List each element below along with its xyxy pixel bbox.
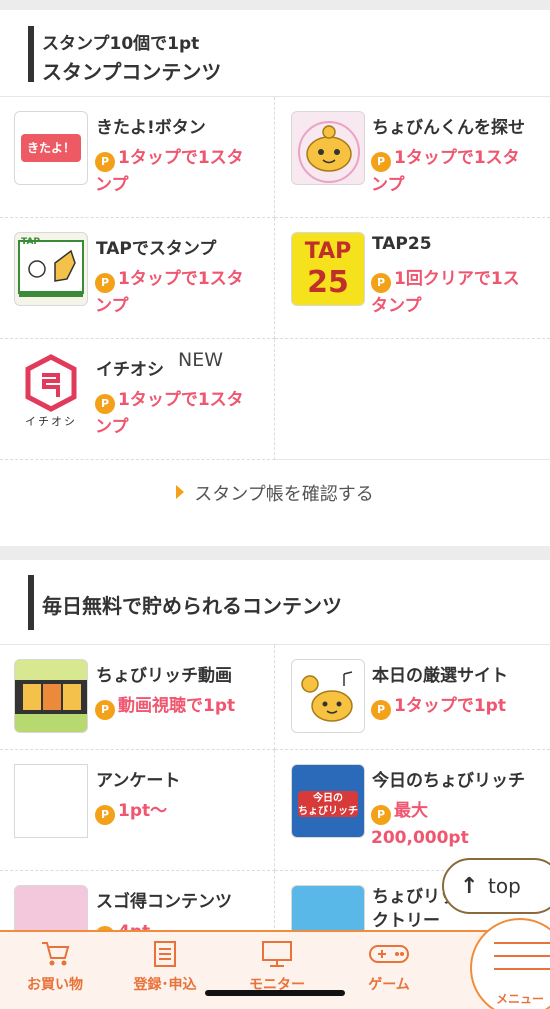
heading-bar [28, 26, 34, 82]
form-icon [154, 941, 176, 967]
item-title: ちょびんくんを探せ [372, 118, 525, 138]
list-item-survey[interactable]: アンケート P 1pt〜 [0, 750, 275, 871]
back-to-top-button[interactable]: ↑ top [442, 858, 550, 914]
list-item-selected-site[interactable]: 本日の厳選サイト P 1タップで1pt [275, 645, 550, 750]
item-title: きたよ!ボタン [96, 118, 206, 138]
bottom-nav: お買い物 登録･申込 モニター ゲーム [0, 930, 550, 1009]
tap-stamp-thumbnail: TAP [14, 232, 88, 306]
nav-register[interactable]: 登録･申込 [110, 940, 220, 994]
point-coin-icon: P [95, 273, 115, 293]
nav-monitor[interactable]: モニター [222, 940, 332, 994]
monitor-icon [262, 941, 292, 967]
item-points: P 1タップで1スタンプ [95, 269, 244, 316]
hamburger-icon [494, 942, 550, 981]
cart-icon [42, 942, 70, 966]
survey-thumbnail [14, 764, 88, 838]
item-title: スゴ得コンテンツ [96, 892, 232, 912]
nav-shopping[interactable]: お買い物 [0, 940, 110, 994]
list-item-tap-stamp[interactable]: TAP TAPでスタンプ P 1タップで1スタンプ [0, 218, 275, 339]
stamp-contents-section: スタンプ10個で1pt スタンプコンテンツ きたよ！ きたよ!ボタン P 1タップ… [0, 10, 550, 546]
item-title: イチオシ [96, 360, 164, 380]
ichioshi-thumbnail: イチオシ [14, 353, 88, 427]
section-subtitle: スタンプ10個で1pt [42, 34, 200, 54]
gamepad-icon [369, 945, 409, 963]
item-title: TAPでスタンプ [96, 239, 217, 259]
item-points: P 動画視聴で1pt [95, 693, 260, 720]
item-points: P 1回クリアで1スタンプ [371, 269, 520, 316]
item-title: ちょびリッチ動画 [96, 666, 232, 686]
point-coin-icon: P [371, 273, 391, 293]
point-coin-icon: P [371, 152, 391, 172]
point-coin-icon: P [95, 394, 115, 414]
item-title: 本日の厳選サイト [372, 666, 508, 686]
list-item-todays-chobirich[interactable]: 今日の ちょびリッチ 今日のちょびリッチ P 最大 200,000pt [275, 750, 550, 871]
list-item-kitayo[interactable]: きたよ！ きたよ!ボタン P 1タップで1スタンプ [0, 97, 275, 218]
item-title: アンケート [96, 771, 181, 791]
item-points: P 1タップで1スタンプ [95, 390, 244, 437]
tap25-thumbnail: TAP 25 [291, 232, 365, 306]
todays-chobirich-thumbnail: 今日の ちょびリッチ [291, 764, 365, 838]
list-item-chobin-search[interactable]: ちょびんくんを探せ P 1タップで1スタンプ [275, 97, 550, 218]
selected-site-thumbnail [291, 659, 365, 733]
list-item-tap25[interactable]: TAP 25 TAP25 P 1回クリアで1スタンプ [275, 218, 550, 339]
section-title: スタンプコンテンツ [42, 60, 222, 84]
list-item-ichioshi[interactable]: イチオシ イチオシ NEW P 1タップで1スタンプ [0, 339, 275, 460]
section-header: スタンプ10個で1pt スタンプコンテンツ [0, 10, 550, 97]
item-points: P 1タップで1スタンプ [95, 148, 244, 195]
home-indicator [205, 990, 345, 996]
list-item-video[interactable]: ちょびリッチ動画 P 動画視聴で1pt [0, 645, 275, 750]
heading-bar [28, 575, 34, 630]
triangle-right-icon [176, 485, 185, 499]
item-title: TAP25 [372, 234, 432, 254]
arrow-up-icon: ↑ [460, 874, 479, 899]
item-points: P 1タップで1pt [371, 693, 536, 720]
video-thumbnail [14, 659, 88, 733]
item-points: P 最大 200,000pt [371, 801, 469, 848]
point-coin-icon: P [95, 805, 115, 825]
item-title: 今日のちょびリッチ [372, 771, 525, 791]
point-coin-icon: P [371, 700, 391, 720]
point-coin-icon: P [95, 700, 115, 720]
nav-game[interactable]: ゲーム [334, 940, 444, 994]
stamp-book-link[interactable]: スタンプ帳を確認する [0, 480, 550, 510]
point-coin-icon: P [95, 152, 115, 172]
item-points: P 1タップで1スタンプ [371, 148, 520, 195]
kitayo-thumbnail: きたよ！ [14, 111, 88, 185]
item-points: P 1pt〜 [95, 798, 260, 825]
point-coin-icon: P [371, 805, 391, 825]
chobin-thumbnail [291, 111, 365, 185]
section-header: 毎日無料で貯められるコンテンツ [0, 560, 550, 645]
section-title: 毎日無料で貯められるコンテンツ [42, 594, 342, 618]
empty-cell [275, 339, 550, 460]
new-badge: NEW [178, 349, 224, 371]
